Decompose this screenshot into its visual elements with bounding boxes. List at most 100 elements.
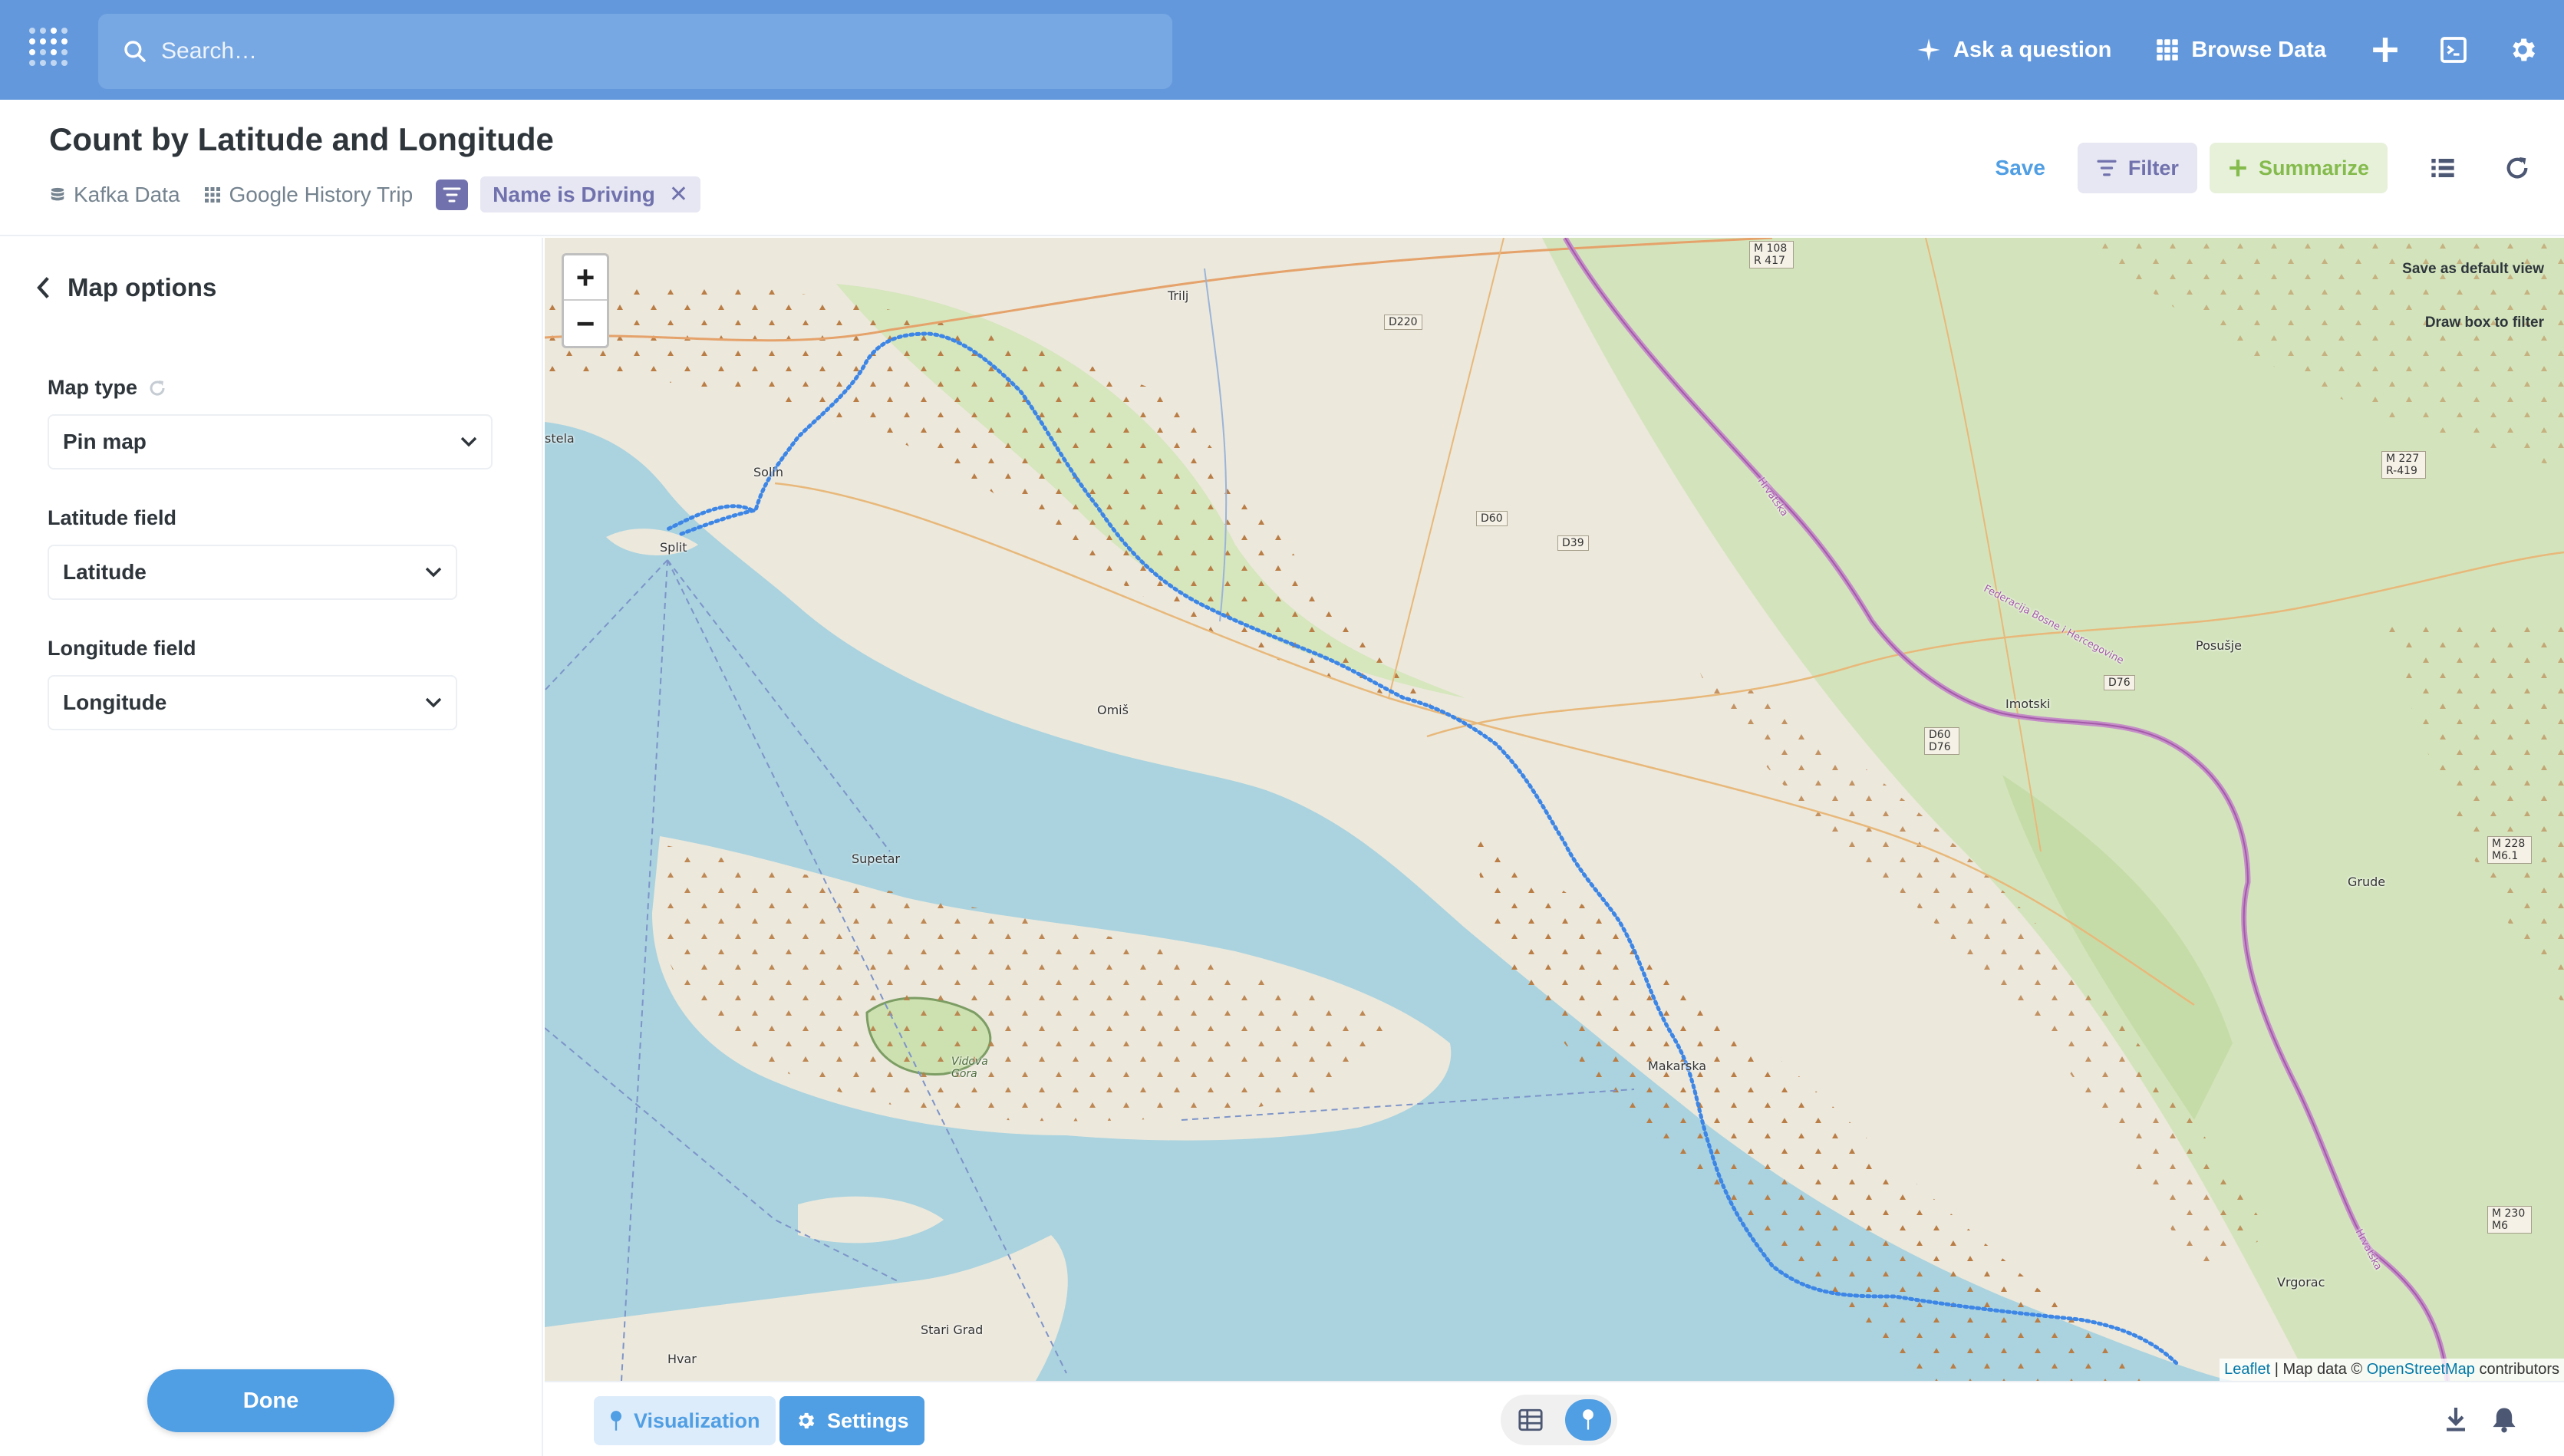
zoom-in-button[interactable]: +	[564, 255, 607, 301]
search-icon	[124, 41, 146, 62]
crumb-database[interactable]: Kafka Data	[49, 183, 180, 207]
leaflet-link[interactable]: Leaflet	[2224, 1361, 2270, 1378]
road-shield: D60 D76	[1924, 727, 1959, 755]
crumb-table-label: Google History Trip	[229, 182, 414, 206]
view-toggle	[1501, 1395, 1617, 1445]
place-label: Grude	[2348, 875, 2386, 889]
page-title: Count by Latitude and Longitude	[49, 121, 554, 157]
database-icon	[51, 187, 64, 200]
filter-pill-label: Name is Driving	[493, 182, 655, 206]
settings-tab-button[interactable]: Settings	[779, 1396, 924, 1445]
place-label: Posušje	[2196, 638, 2242, 653]
longitude-label: Longitude field	[48, 637, 196, 660]
place-label: Trilj	[1168, 288, 1189, 303]
view-footer: Visualization Settings	[545, 1381, 2564, 1456]
road-shield: D60	[1476, 511, 1508, 526]
chevron-left-icon	[37, 277, 49, 298]
new-button[interactable]	[2371, 35, 2400, 64]
plus-icon	[2229, 160, 2246, 176]
save-button[interactable]: Save	[1996, 156, 2045, 180]
bell-icon[interactable]	[2492, 1405, 2516, 1433]
place-label: Solin	[753, 465, 783, 479]
gear-icon	[799, 1412, 815, 1429]
refresh-button[interactable]	[2504, 155, 2530, 181]
filter-pill[interactable]: Name is Driving ✕	[480, 176, 700, 212]
search-input[interactable]: Search…	[98, 14, 1172, 89]
filter-icon	[2097, 160, 2117, 176]
browse-data-button[interactable]: Browse Data	[2156, 38, 2326, 63]
crumb-table[interactable]: Google History Trip	[203, 182, 414, 207]
grid-icon	[2157, 39, 2179, 61]
browse-data-label: Browse Data	[2191, 37, 2326, 62]
sparkle-icon	[1917, 38, 1940, 61]
map-view-toggle[interactable]	[1565, 1399, 1611, 1441]
download-icon[interactable]	[2444, 1405, 2467, 1433]
sidebar-title: Map options	[68, 273, 217, 301]
latitude-label: Latitude field	[48, 506, 176, 529]
road-shield: D39	[1557, 535, 1589, 551]
zoom-control: + −	[562, 253, 609, 348]
question-header: Count by Latitude and Longitude Kafka Da…	[0, 100, 2564, 236]
map-type-value: Pin map	[63, 430, 147, 453]
place-label: Stari Grad	[921, 1323, 984, 1337]
map-type-label: Map type	[48, 376, 138, 399]
place-label: stela	[545, 431, 575, 446]
filter-button-label: Filter	[2127, 156, 2179, 180]
table-icon[interactable]	[1518, 1407, 1544, 1433]
place-label: Vidova Gora	[951, 1056, 988, 1080]
filter-toggle[interactable]	[436, 179, 469, 210]
visualization-label: Visualization	[634, 1408, 760, 1432]
save-default-view-button[interactable]: Save as default view	[2402, 261, 2544, 278]
close-icon[interactable]: ✕	[669, 181, 688, 208]
attribution-text: | Map data ©	[2270, 1361, 2367, 1378]
pin-icon	[611, 1411, 621, 1431]
place-label: Supetar	[852, 852, 900, 866]
sql-editor-button[interactable]	[2440, 36, 2467, 64]
map-options-sidebar: Map options Map type Pin map Latitude fi…	[0, 238, 543, 1456]
search-placeholder: Search…	[161, 38, 258, 64]
place-label: Hvar	[667, 1352, 697, 1366]
chevron-down-icon	[425, 567, 442, 578]
settings-label: Settings	[827, 1408, 909, 1432]
table-grid-icon	[204, 186, 220, 203]
longitude-select[interactable]: Longitude	[48, 675, 457, 730]
road-shield: M 228 M6.1	[2487, 836, 2532, 864]
map-tiles[interactable]	[545, 238, 2564, 1381]
latitude-select[interactable]: Latitude	[48, 545, 457, 600]
settings-button[interactable]	[2507, 35, 2538, 65]
pin-map[interactable]: + − Save as default view Draw box to fil…	[545, 238, 2564, 1381]
attribution-end: contributors	[2474, 1361, 2559, 1378]
place-label: Makarska	[1648, 1059, 1707, 1073]
filter-lines-icon	[443, 187, 461, 202]
osm-link[interactable]: OpenStreetMap	[2367, 1361, 2475, 1378]
filter-button[interactable]: Filter	[2077, 143, 2197, 193]
pin-icon	[1583, 1409, 1593, 1430]
road-shield: M 227 R-419	[2381, 451, 2426, 479]
gear-icon	[2513, 38, 2536, 61]
zoom-out-button[interactable]: −	[564, 301, 607, 346]
list-icon	[2431, 159, 2454, 177]
draw-box-filter-button[interactable]: Draw box to filter	[2425, 315, 2544, 331]
done-button[interactable]: Done	[147, 1369, 394, 1432]
plus-icon	[2373, 38, 2398, 62]
place-label: Imotski	[2005, 697, 2051, 711]
notebook-button[interactable]	[2431, 156, 2455, 180]
metabase-logo-icon[interactable]	[28, 26, 71, 75]
terminal-icon	[2440, 37, 2467, 63]
place-label: Split	[660, 540, 687, 555]
road-shield: D220	[1384, 315, 1422, 330]
refresh-icon	[2506, 156, 2528, 179]
road-shield: M 230 M6	[2487, 1206, 2532, 1234]
place-label: Vrgorac	[2277, 1275, 2325, 1290]
place-label: Omiš	[1097, 703, 1129, 717]
map-type-label-row: Map type	[48, 376, 166, 400]
road-shield: D76	[2104, 675, 2135, 690]
summarize-button[interactable]: Summarize	[2209, 143, 2388, 193]
visualization-button[interactable]: Visualization	[594, 1396, 776, 1445]
back-button[interactable]: Map options	[35, 273, 216, 302]
breadcrumb: Kafka Data Google History Trip Name is D…	[49, 176, 700, 212]
ask-question-button[interactable]: Ask a question	[1916, 38, 2111, 63]
map-type-select[interactable]: Pin map	[48, 414, 493, 469]
refresh-small-icon[interactable]	[148, 379, 166, 397]
ask-question-label: Ask a question	[1953, 37, 2112, 62]
